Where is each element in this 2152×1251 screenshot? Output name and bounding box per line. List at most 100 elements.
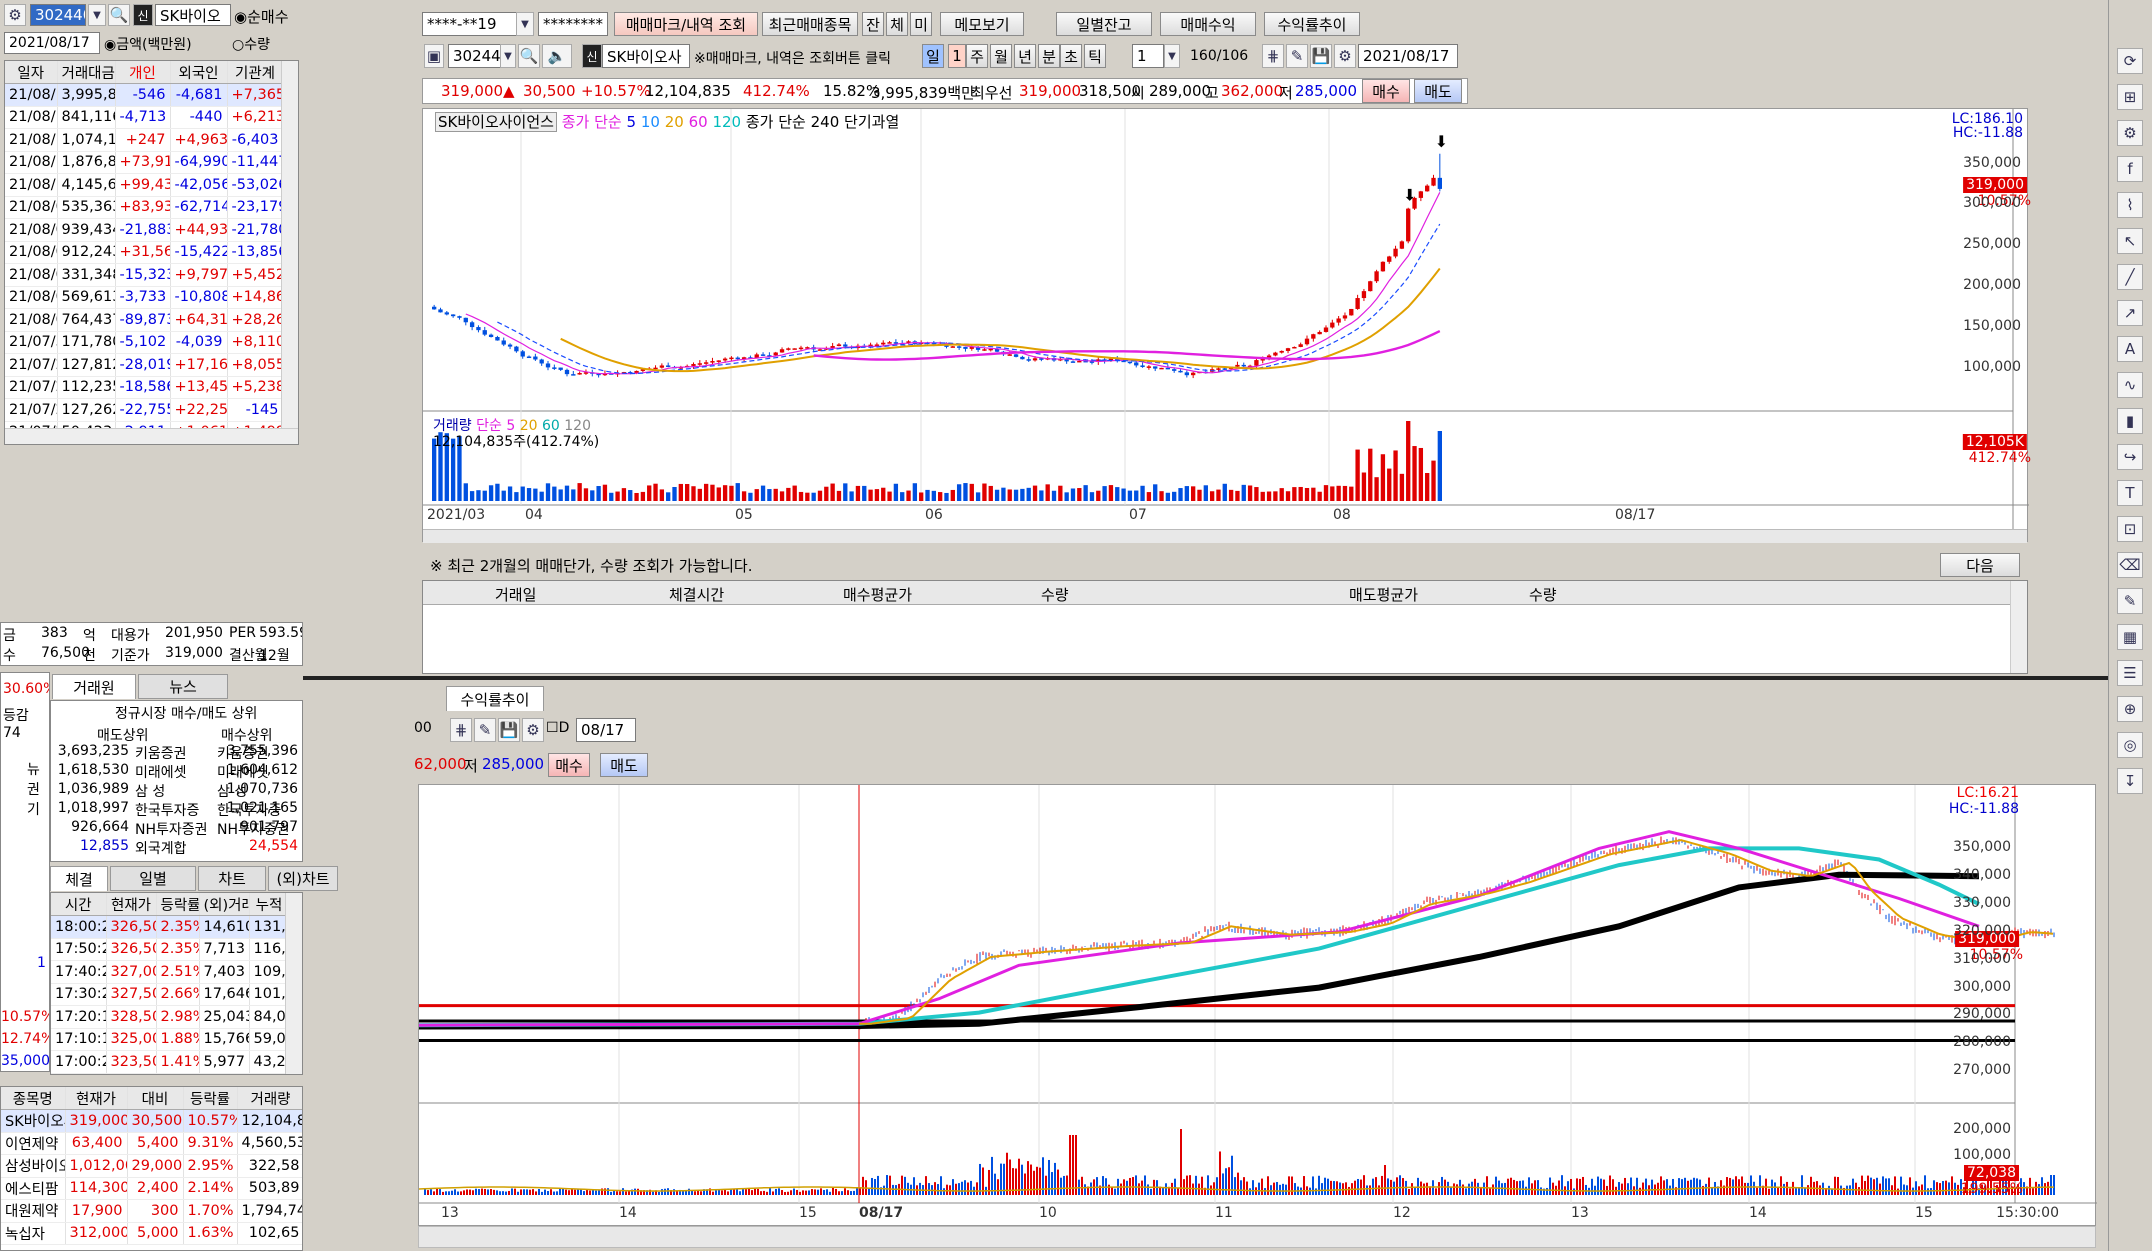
table-row[interactable]: 이연제약 63,400 5,400 9.31% 4,560,53 — [1, 1132, 302, 1155]
trend-icon[interactable]: ↗ — [2117, 300, 2143, 326]
period-button[interactable]: 초 — [1060, 44, 1082, 68]
bottom-sell-button[interactable]: 매도 — [600, 753, 648, 777]
save-icon[interactable]: 💾 — [1310, 44, 1332, 68]
buy-button[interactable]: 매수 — [1362, 79, 1410, 103]
auto-icon[interactable]: A — [2117, 336, 2143, 362]
indicator-icon[interactable]: ⌇ — [2117, 192, 2143, 218]
column-header[interactable]: 현재가 — [65, 1087, 128, 1110]
eraser-icon[interactable]: ⌫ — [2117, 552, 2143, 578]
period-num[interactable]: 1 — [1132, 44, 1164, 68]
bottom-buy-button[interactable]: 매수 — [548, 753, 590, 777]
table-row[interactable]: 17:20:17328,5002.98%25,04384,068 — [51, 1005, 290, 1029]
date-input[interactable]: 2021/08/17 — [4, 32, 100, 54]
trade-scrollbar[interactable] — [2010, 581, 2027, 673]
daily-balance-button[interactable]: 일별잔고 — [1056, 12, 1152, 36]
refresh-icon[interactable]: ⟳ — [2117, 48, 2143, 74]
pending-button[interactable]: 미 — [910, 12, 932, 36]
tab-daily[interactable]: 일별 — [110, 866, 196, 891]
bottom-date-input[interactable]: 08/17 — [576, 718, 636, 742]
column-header[interactable]: 일자 — [5, 61, 58, 84]
balance-button[interactable]: 잔 — [862, 12, 884, 36]
speaker-icon[interactable]: 🔈 — [542, 44, 572, 68]
trade-profit-button[interactable]: 매매수익 — [1160, 12, 1256, 36]
tab-news[interactable]: 뉴스 — [138, 674, 228, 699]
period-button[interactable]: 년 — [1014, 44, 1036, 68]
period-button[interactable]: 분 — [1038, 44, 1060, 68]
table-row[interactable]: 21/08/06939,434-21,883+44,936-21,780 — [5, 218, 284, 242]
grid-icon[interactable]: ⊡ — [2117, 516, 2143, 542]
layout-icon[interactable]: ⊞ — [2117, 84, 2143, 110]
chart-scroll-bar[interactable] — [423, 529, 2027, 543]
period-button[interactable]: 월 — [990, 44, 1012, 68]
splitter[interactable] — [303, 676, 2108, 680]
h-scrollbar[interactable] — [5, 428, 298, 444]
gear-icon[interactable]: ⚙ — [1334, 44, 1356, 68]
search-icon[interactable]: 🔍 — [518, 44, 540, 68]
table-row[interactable]: 21/08/02764,437-89,873+64,313+28,267 — [5, 308, 284, 332]
period-button[interactable]: 주 — [966, 44, 988, 68]
table-row[interactable]: 21/08/09535,363+83,932-62,714-23,179 — [5, 196, 284, 219]
formula-icon[interactable]: f — [2117, 156, 2143, 182]
list-icon[interactable]: ☰ — [2117, 660, 2143, 686]
arrow-icon[interactable]: ↪ — [2117, 444, 2143, 470]
table-scrollbar[interactable] — [281, 61, 298, 429]
table-row[interactable]: 21/08/03569,613-3,733-10,808+14,865 — [5, 286, 284, 309]
column-header[interactable]: 거래일 — [495, 584, 536, 605]
line-icon[interactable]: ╱ — [2117, 264, 2143, 290]
table-row[interactable]: 삼성바이오로1,012,00029,0002.95%322,58 — [1, 1154, 302, 1178]
column-header[interactable]: 종목명 — [1, 1087, 66, 1110]
zoom-icon[interactable]: ⊕ — [2117, 696, 2143, 722]
dropdown-icon[interactable]: ▼ — [88, 4, 106, 26]
export-icon[interactable]: ↧ — [2117, 768, 2143, 794]
table-row[interactable]: 대원제약 17,900 300 1.70% 1,794,74 — [1, 1199, 302, 1223]
gear-icon[interactable]: ⚙ — [522, 718, 544, 742]
table-row[interactable]: 18:00:27326,5002.35%14,610131,440 — [51, 915, 290, 939]
window-icon[interactable]: ▣ — [424, 44, 444, 68]
column-header[interactable]: (외)거래량 — [199, 893, 250, 916]
tick-scrollbar[interactable] — [285, 893, 302, 1074]
save-icon[interactable]: 💾 — [498, 718, 520, 742]
table-row[interactable]: 녹십자 312,000 5,000 1.63% 102,65 — [1, 1222, 302, 1245]
next-button[interactable]: 다음 — [1940, 553, 2020, 577]
table-row[interactable]: 21/08/111,876,835+73,913-64,990-11,447 — [5, 151, 284, 174]
dropdown-icon[interactable]: ▼ — [1164, 44, 1180, 68]
wave-icon[interactable]: ∿ — [2117, 372, 2143, 398]
column-header[interactable]: 시간 — [51, 893, 107, 916]
table-row[interactable]: 에스티팜 114,300 2,400 2.14% 503,89 — [1, 1177, 302, 1200]
radio-netbuy[interactable]: ◉순매수 — [234, 6, 289, 27]
table-row[interactable]: 21/07/28112,235-18,586+13,459+5,238 — [5, 376, 284, 399]
search-icon[interactable]: 🔍 — [108, 4, 130, 26]
column-header[interactable]: 현재가 — [106, 893, 157, 916]
dropdown-icon[interactable]: ▼ — [516, 12, 534, 36]
table-row[interactable]: 21/08/121,074,134+247+4,963-6,403 — [5, 128, 284, 152]
table-row[interactable]: 21/08/05912,243+31,560-15,422-13,856 — [5, 241, 284, 264]
bottom-scroll-bar[interactable] — [418, 1226, 2096, 1248]
column-header[interactable]: 매수평균가 — [843, 584, 912, 605]
radio-qty[interactable]: ○수량 — [232, 34, 270, 54]
globe-icon[interactable]: ◎ — [2117, 732, 2143, 758]
table-row[interactable]: 17:40:20327,0002.51%7,403109,117 — [51, 960, 290, 984]
column-header[interactable]: 거래량 — [237, 1087, 302, 1110]
table-row[interactable]: 21/08/13841,116-4,713-440+6,213 — [5, 106, 284, 129]
executed-button[interactable]: 체 — [886, 12, 908, 36]
sell-button[interactable]: 매도 — [1414, 79, 1462, 103]
intraday-chart[interactable]: LC:16.21 HC:-11.88 319,000 10.57% 72,038… — [418, 784, 2097, 1226]
column-header[interactable]: 거래대금 — [57, 61, 116, 84]
table-row[interactable]: 17:50:21326,5002.35%7,713116,830 — [51, 938, 290, 961]
radio-amount[interactable]: ◉금액(백만원) — [104, 34, 192, 54]
period-button[interactable]: 일 — [922, 44, 944, 68]
tab-broker[interactable]: 거래원 — [52, 674, 136, 699]
column-header[interactable]: 기관계 — [227, 61, 284, 84]
table-icon[interactable]: ▦ — [2117, 624, 2143, 650]
period-button[interactable]: 1 — [948, 44, 966, 68]
chart-date-input[interactable]: 2021/08/17 — [1358, 44, 1458, 68]
pen-icon[interactable]: ✎ — [2117, 588, 2143, 614]
period-button[interactable]: 틱 — [1084, 44, 1106, 68]
crosshair-icon[interactable]: ⋕ — [1262, 44, 1284, 68]
crosshair-icon[interactable]: ⋕ — [450, 718, 472, 742]
table-row[interactable]: SK바이오사이319,00030,50010.57%12,104,83 — [1, 1109, 302, 1133]
table-row[interactable]: 21/07/29127,812-28,019+17,168+8,055 — [5, 353, 284, 377]
daily-chart[interactable]: ⬇ ⬇ SK바이오사이언스 종가 단순 5 10 20 60 120 종가 단순 … — [422, 108, 2031, 543]
column-header[interactable]: 매도평균가 — [1349, 584, 1418, 605]
column-header[interactable]: 수량 — [1529, 584, 1557, 605]
